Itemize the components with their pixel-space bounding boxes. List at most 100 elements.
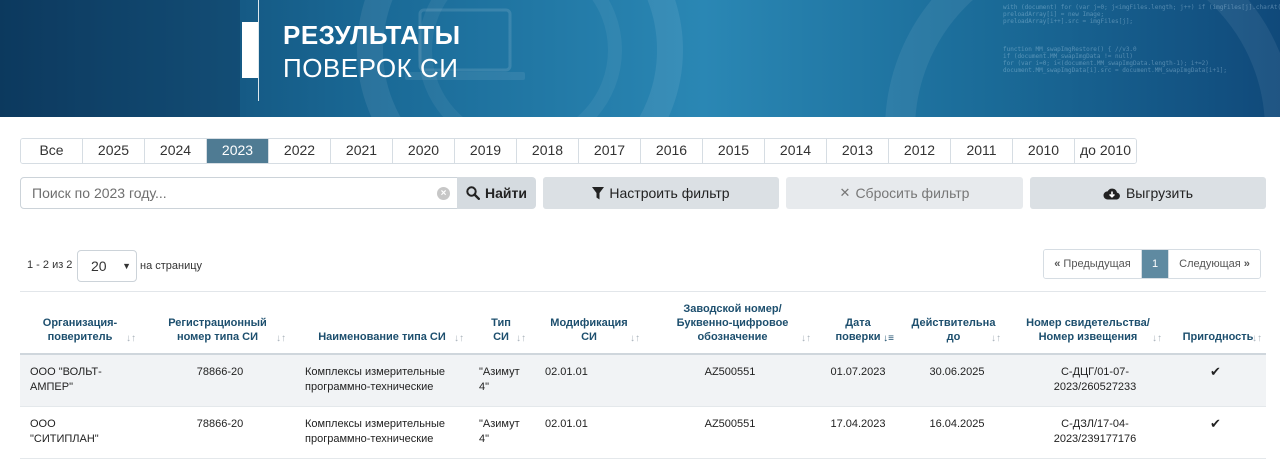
current-page-button[interactable]: 1 <box>1142 250 1169 278</box>
year-tab[interactable]: 2022 <box>269 139 331 163</box>
year-tab[interactable]: 2024 <box>145 139 207 163</box>
column-header-label: Наименование типа СИ <box>318 331 446 343</box>
column-header-label: Организация- поверитель <box>42 317 118 343</box>
search-button[interactable]: Найти <box>457 177 536 209</box>
year-tab[interactable]: Все <box>21 139 83 163</box>
year-tab[interactable]: 2023 <box>207 139 269 163</box>
sort-icon[interactable]: ↓↑ <box>991 333 1001 344</box>
cell-date: 17.04.2023 <box>830 418 886 430</box>
cell-type: "Азимут 4" <box>479 366 520 393</box>
search-button-label: Найти <box>485 185 527 201</box>
table-body: ООО "ВОЛЬТ- АМПЕР" 78866-20 Комплексы изме… <box>20 355 1266 459</box>
year-tab[interactable]: 2025 <box>83 139 145 163</box>
double-chevron-right-icon: » <box>1243 258 1250 270</box>
sort-desc-icon[interactable]: ↓≡ <box>883 333 894 344</box>
column-header-valid[interactable]: Действительна до ↓↑ <box>902 292 1005 354</box>
previous-page-button[interactable]: « Предыдущая <box>1044 250 1142 278</box>
column-header-label: Модификация СИ <box>550 317 628 343</box>
cell-mod: 02.01.01 <box>545 418 588 430</box>
configure-filter-button[interactable]: Настроить фильтр <box>543 177 779 209</box>
year-tab[interactable]: 2013 <box>827 139 889 163</box>
sort-icon[interactable]: ↓↑ <box>454 333 464 344</box>
column-header-label: Тип СИ <box>491 317 511 343</box>
chevron-down-icon: ▼ <box>122 261 131 271</box>
reset-filter-button[interactable]: ✕ Сбросить фильтр <box>786 177 1023 209</box>
year-tab[interactable]: 2017 <box>579 139 641 163</box>
table-row[interactable]: ООО "СИТИПЛАН" 78866-20 Комплексы измерите… <box>20 407 1266 459</box>
results-table: Организация- поверитель ↓↑ Регистрационный… <box>20 291 1266 459</box>
sort-icon[interactable]: ↓↑ <box>1252 333 1262 344</box>
year-tab[interactable]: до 2010 <box>1075 139 1136 163</box>
banner-code-decoration: with (document) for (var j=0; j<imgFiles… <box>1003 4 1280 74</box>
year-tab[interactable]: 2016 <box>641 139 703 163</box>
search-box: × <box>20 177 458 209</box>
cell-name: Комплексы измерительные программно-техни… <box>305 418 446 445</box>
cell-valid: 30.06.2025 <box>929 366 985 378</box>
title-divider-line <box>258 0 259 101</box>
year-tab[interactable]: 2014 <box>765 139 827 163</box>
column-header-cert[interactable]: Номер свидетельства/ Номер извещения ↓↑ <box>1010 292 1166 354</box>
pagination: « Предыдущая 1 Следующая » <box>1043 249 1261 279</box>
previous-page-label: Предыдущая <box>1063 258 1131 270</box>
year-tab[interactable]: 2012 <box>889 139 951 163</box>
sort-icon[interactable]: ↓↑ <box>630 333 640 344</box>
header-banner: with (document) for (var j=0; j<imgFiles… <box>0 0 1280 117</box>
page-title: РЕЗУЛЬТАТЫ <box>283 20 461 50</box>
double-chevron-left-icon: « <box>1054 258 1061 270</box>
cell-name: Комплексы измерительные программно-техни… <box>305 366 446 393</box>
year-tab[interactable]: 2021 <box>331 139 393 163</box>
check-icon: ✔ <box>1210 364 1221 379</box>
column-header-label: Регистрационный номер типа СИ <box>168 317 267 343</box>
cell-valid: 16.04.2025 <box>929 418 985 430</box>
column-header-serial[interactable]: Заводской номер/ Буквенно-цифровое обозн… <box>650 292 815 354</box>
cell-serial: AZ500551 <box>704 418 756 430</box>
column-header-fit[interactable]: Пригодность ↓↑ <box>1170 292 1266 354</box>
cloud-download-icon <box>1103 188 1120 199</box>
sort-icon[interactable]: ↓↑ <box>1152 333 1162 344</box>
page-subtitle: ПОВЕРОК СИ <box>283 53 459 83</box>
cell-reg: 78866-20 <box>196 366 244 378</box>
column-header-name[interactable]: Наименование типа СИ ↓↑ <box>296 292 468 354</box>
column-header-reg[interactable]: Регистрационный номер типа СИ ↓↑ <box>145 292 290 354</box>
cell-mod: 02.01.01 <box>545 366 588 378</box>
search-input[interactable] <box>21 178 431 208</box>
cell-cert: С-ДЗЛ/17-04- 2023/239177176 <box>1053 418 1137 445</box>
year-tab[interactable]: 2020 <box>393 139 455 163</box>
column-header-date[interactable]: Дата поверки ↓≡ <box>818 292 898 354</box>
sort-icon[interactable]: ↓↑ <box>126 333 136 344</box>
column-header-mod[interactable]: Модификация СИ ↓↑ <box>534 292 644 354</box>
column-header-label: Действительна до <box>911 317 996 343</box>
column-header-label: Номер свидетельства/ Номер извещения <box>1026 317 1150 343</box>
export-button[interactable]: Выгрузить <box>1030 177 1266 209</box>
cell-serial: AZ500551 <box>704 366 756 378</box>
year-tabs: Все 2025 2024 2023 2022 2021 2020 2019 2018 2017 2… <box>20 138 1137 164</box>
sort-icon[interactable]: ↓↑ <box>516 333 526 344</box>
cell-reg: 78866-20 <box>196 418 244 430</box>
table-header: Организация- поверитель ↓↑ Регистрационный… <box>20 291 1266 355</box>
clear-search-icon[interactable]: × <box>437 187 450 200</box>
current-page-number: 1 <box>1151 258 1159 270</box>
configure-filter-label: Настроить фильтр <box>609 185 730 201</box>
year-tab[interactable]: 2015 <box>703 139 765 163</box>
column-header-label: Пригодность <box>1182 331 1254 343</box>
filter-icon <box>592 186 605 199</box>
per-page-label: на страницу <box>140 260 203 272</box>
year-tab[interactable]: 2010 <box>1013 139 1075 163</box>
column-header-label: Заводской номер/ Буквенно-цифровое обозн… <box>676 303 789 343</box>
next-page-label: Следующая <box>1179 258 1241 270</box>
next-page-button[interactable]: Следующая » <box>1169 250 1260 278</box>
table-row[interactable]: ООО "ВОЛЬТ- АМПЕР" 78866-20 Комплексы изме… <box>20 355 1266 407</box>
sort-icon[interactable]: ↓↑ <box>801 333 811 344</box>
year-tab[interactable]: 2018 <box>517 139 579 163</box>
sort-icon[interactable]: ↓↑ <box>276 333 286 344</box>
reset-filter-label: Сбросить фильтр <box>855 185 970 201</box>
per-page-select[interactable]: 20 ▼ <box>77 250 137 282</box>
year-tab[interactable]: 2019 <box>455 139 517 163</box>
column-header-type[interactable]: Тип СИ ↓↑ <box>472 292 530 354</box>
year-tab[interactable]: 2011 <box>951 139 1013 163</box>
column-header-label: Дата поверки <box>835 317 881 343</box>
close-icon: ✕ <box>839 185 851 200</box>
cell-date: 01.07.2023 <box>830 366 886 378</box>
column-header-org[interactable]: Организация- поверитель ↓↑ <box>20 292 140 354</box>
cell-org: ООО "ВОЛЬТ- АМПЕР" <box>30 366 102 393</box>
